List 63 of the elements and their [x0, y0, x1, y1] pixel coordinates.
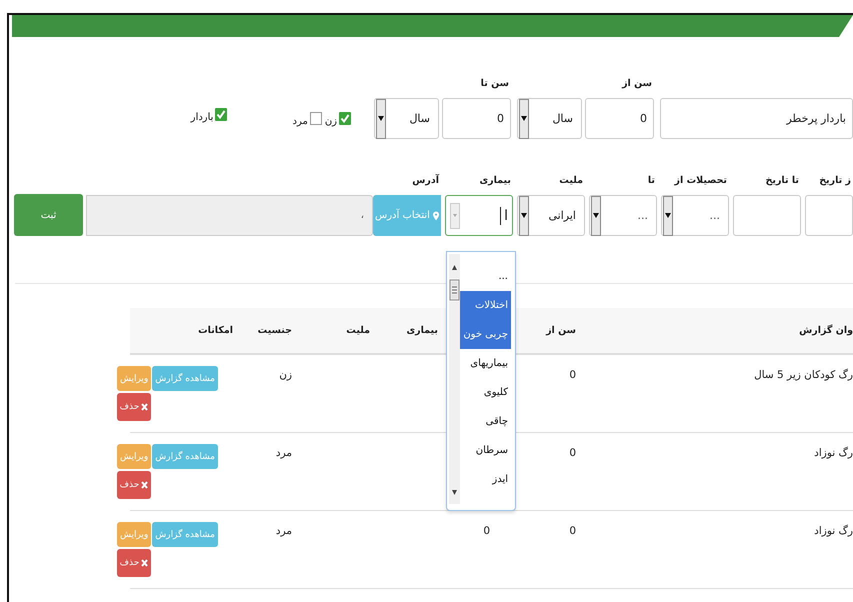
close-icon	[141, 559, 148, 567]
dropdown-option[interactable]: سرطان	[460, 436, 511, 465]
caret-icon	[450, 202, 460, 228]
checkbox[interactable]	[215, 108, 228, 121]
field-label: سن تا	[480, 77, 510, 91]
caret-icon	[376, 98, 386, 138]
field-label: تا	[646, 174, 656, 188]
dropdown-option[interactable]: بیماریهای کلیوی	[460, 349, 511, 407]
date-field[interactable]	[733, 195, 801, 236]
table-cell: مرد	[276, 447, 292, 459]
column-header: وان گزارش	[799, 325, 853, 336]
caret-icon	[591, 196, 601, 236]
checkbox-label: مرد	[292, 115, 308, 127]
column-header: بیماری	[406, 325, 438, 336]
caret-icon	[663, 196, 673, 236]
field-label: ملیت	[558, 174, 584, 188]
close-icon	[141, 481, 148, 489]
checkbox[interactable]	[310, 112, 322, 125]
table-cell: 0	[569, 369, 576, 381]
column-header: جنسیت	[258, 325, 292, 336]
number-field[interactable]: 0	[442, 98, 511, 139]
select-field[interactable]: ...	[589, 195, 657, 236]
select-field[interactable]: سال	[374, 98, 439, 139]
column-header: امکانات	[198, 325, 233, 336]
checkbox[interactable]	[339, 112, 351, 125]
table-cell: رگ نوزاد	[814, 525, 853, 537]
map-pin-icon	[432, 210, 439, 220]
table-cell: مرد	[276, 525, 292, 537]
dropdown-option[interactable]: ...	[460, 262, 511, 291]
field-label: ز تاریخ	[818, 174, 852, 188]
table-cell: زن	[279, 369, 292, 381]
table-cell: رگ کودکان زیر 5 سال	[754, 369, 853, 381]
combo-field[interactable]: ا	[445, 195, 513, 236]
date-field[interactable]	[805, 195, 853, 236]
column-header: سن از	[546, 325, 576, 336]
text-field[interactable]: باردار پرخطر	[660, 98, 853, 139]
checkbox-label: زن	[324, 115, 337, 127]
field-label: آدرس	[411, 174, 440, 188]
column-header: ملیت	[346, 325, 370, 336]
field-label: بیماری	[478, 174, 512, 188]
table-cell: 0	[569, 525, 576, 537]
table-cell: 0	[569, 447, 576, 459]
close-icon	[141, 403, 148, 411]
dropdown-option[interactable]: اختلالات چربی خون	[460, 291, 511, 349]
field-label: تا تاریخ	[764, 174, 800, 188]
field-label: تحصیلات از	[673, 174, 728, 188]
select-field[interactable]: ...	[661, 195, 729, 236]
checkbox-label: باردار	[190, 111, 214, 123]
table-cell: 0	[483, 525, 490, 537]
delete-button[interactable]: حذف	[116, 393, 152, 421]
select-field[interactable]: سال	[517, 98, 582, 139]
caret-icon	[519, 196, 529, 236]
caret-icon	[519, 98, 529, 138]
address-field[interactable]: ،	[86, 195, 373, 236]
select-field[interactable]: ایرانی	[517, 195, 585, 236]
delete-button[interactable]: حذف	[116, 549, 152, 577]
table-cell: رگ نوزاد	[814, 447, 853, 459]
field-label: سن از	[620, 77, 653, 91]
scrollbar[interactable]	[449, 254, 460, 504]
number-field[interactable]: 0	[585, 98, 654, 139]
dropdown-option[interactable]: چاقی	[460, 407, 511, 436]
delete-button[interactable]: حذف	[116, 471, 152, 499]
dropdown-option[interactable]: ایدز	[460, 465, 511, 494]
